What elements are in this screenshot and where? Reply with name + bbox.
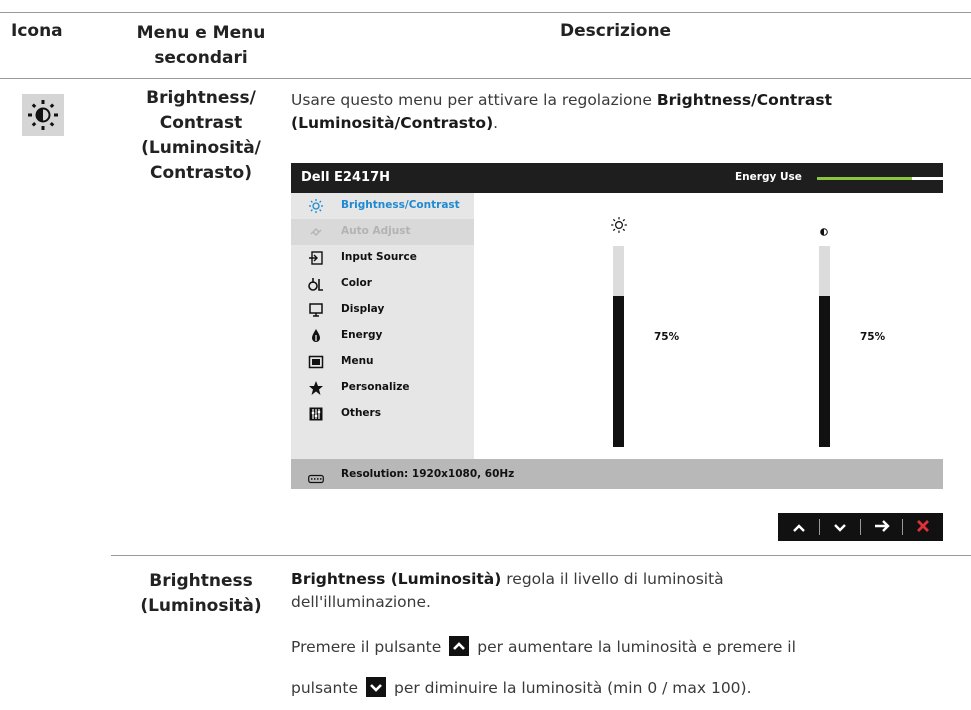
osd-menu-screenshot: Dell E2417H Energy Use Brightness/Contra…: [291, 163, 943, 489]
auto-adjust-icon: [308, 224, 324, 240]
osd-menu-item-label: Input Source: [341, 251, 417, 263]
menu-label-brightness: Brightness (Luminosità): [140, 571, 262, 616]
energy-icon: [308, 328, 324, 344]
brightness-icon: [22, 94, 64, 136]
osd-brightness-sun-icon: [610, 216, 628, 238]
table-header-rule: [0, 78, 971, 79]
osd-menu-item-display[interactable]: Display: [291, 297, 474, 323]
energy-use-fill: [817, 177, 912, 180]
menu-icon: [308, 354, 324, 370]
osd-menu-item-label: Energy: [341, 329, 383, 341]
osd-menu-item-label: Brightness/Contrast: [341, 199, 460, 211]
exit-button[interactable]: [903, 513, 943, 541]
brightness-icon: [308, 198, 324, 214]
display-icon: [308, 302, 324, 318]
osd-menu-item-menu[interactable]: Menu: [291, 349, 474, 375]
others-icon: [308, 406, 324, 422]
osd-menu-item-label: Menu: [341, 355, 374, 367]
select-button[interactable]: [861, 513, 902, 541]
input-source-icon: [308, 250, 324, 266]
brightness-instructions-line2: pulsante per diminuire la luminosità (min…: [291, 677, 752, 697]
contrast-slider[interactable]: [819, 246, 830, 447]
brightness-instructions-line1: Premere il pulsante per aumentare la lumi…: [291, 636, 796, 656]
color-icon: [308, 276, 324, 292]
osd-sidebar: Brightness/Contrast Auto Adjust Input So…: [291, 193, 474, 459]
star-icon: [308, 380, 324, 396]
osd-menu-item-color[interactable]: Color: [291, 271, 474, 297]
osd-menu-item-label: Color: [341, 277, 372, 289]
osd-menu-item-energy[interactable]: Energy: [291, 323, 474, 349]
osd-menu-item-label: Display: [341, 303, 385, 315]
up-icon: [449, 636, 470, 656]
osd-menu-item-personalize[interactable]: Personalize: [291, 375, 474, 401]
osd-menu-item-label: Auto Adjust: [341, 225, 411, 237]
close-icon: [916, 518, 930, 537]
table-top-rule: [0, 12, 971, 13]
brightness-slider[interactable]: [613, 246, 624, 447]
osd-navigation-bar: [778, 513, 943, 541]
header-menu-line1: Menu e Menu: [136, 23, 266, 43]
osd-menu-item-label: Personalize: [341, 381, 410, 393]
header-description-column: Descrizione: [560, 21, 672, 41]
up-button[interactable]: [778, 513, 819, 541]
brightness-slider-fill: [613, 296, 624, 447]
osd-menu-item-auto-adjust[interactable]: Auto Adjust: [291, 219, 474, 245]
contrast-slider-fill: [819, 296, 830, 447]
osd-contrast-icon: [820, 221, 828, 240]
up-icon: [792, 518, 806, 537]
resolution-icon: [308, 469, 324, 488]
osd-model-name: Dell E2417H: [301, 170, 390, 185]
osd-menu-item-label: Others: [341, 407, 381, 419]
header-icon-column: Icona: [11, 21, 63, 41]
header-menu-column: Menu e Menu secondari: [121, 21, 281, 71]
osd-menu-item-brightness-contrast[interactable]: Brightness/Contrast: [291, 193, 474, 219]
brightness-description: Brightness (Luminosità) regola il livell…: [291, 570, 724, 611]
brightness-value: 75%: [654, 331, 680, 343]
energy-use-bar: [817, 177, 943, 180]
osd-energy-label: Energy Use: [735, 171, 802, 183]
osd-menu-item-input-source[interactable]: Input Source: [291, 245, 474, 271]
menu-label-brightness-contrast: Brightness/ Contrast (Luminosità/ Contra…: [141, 88, 261, 183]
osd-menu-item-others[interactable]: Others: [291, 401, 474, 427]
down-icon: [365, 677, 386, 697]
contrast-value: 75%: [860, 331, 886, 343]
resolution-text: Resolution: 1920x1080, 60Hz: [341, 468, 515, 480]
subrow-separator: [111, 555, 971, 556]
header-menu-line2: secondari: [154, 48, 248, 68]
osd-title-bar: Dell E2417H Energy Use: [291, 163, 943, 193]
brightness-contrast-description: Usare questo menu per attivare la regola…: [291, 91, 833, 132]
down-icon: [833, 518, 847, 537]
right-arrow-icon: [873, 518, 891, 537]
down-button[interactable]: [820, 513, 860, 541]
osd-status-bar: Resolution: 1920x1080, 60Hz: [291, 459, 943, 489]
